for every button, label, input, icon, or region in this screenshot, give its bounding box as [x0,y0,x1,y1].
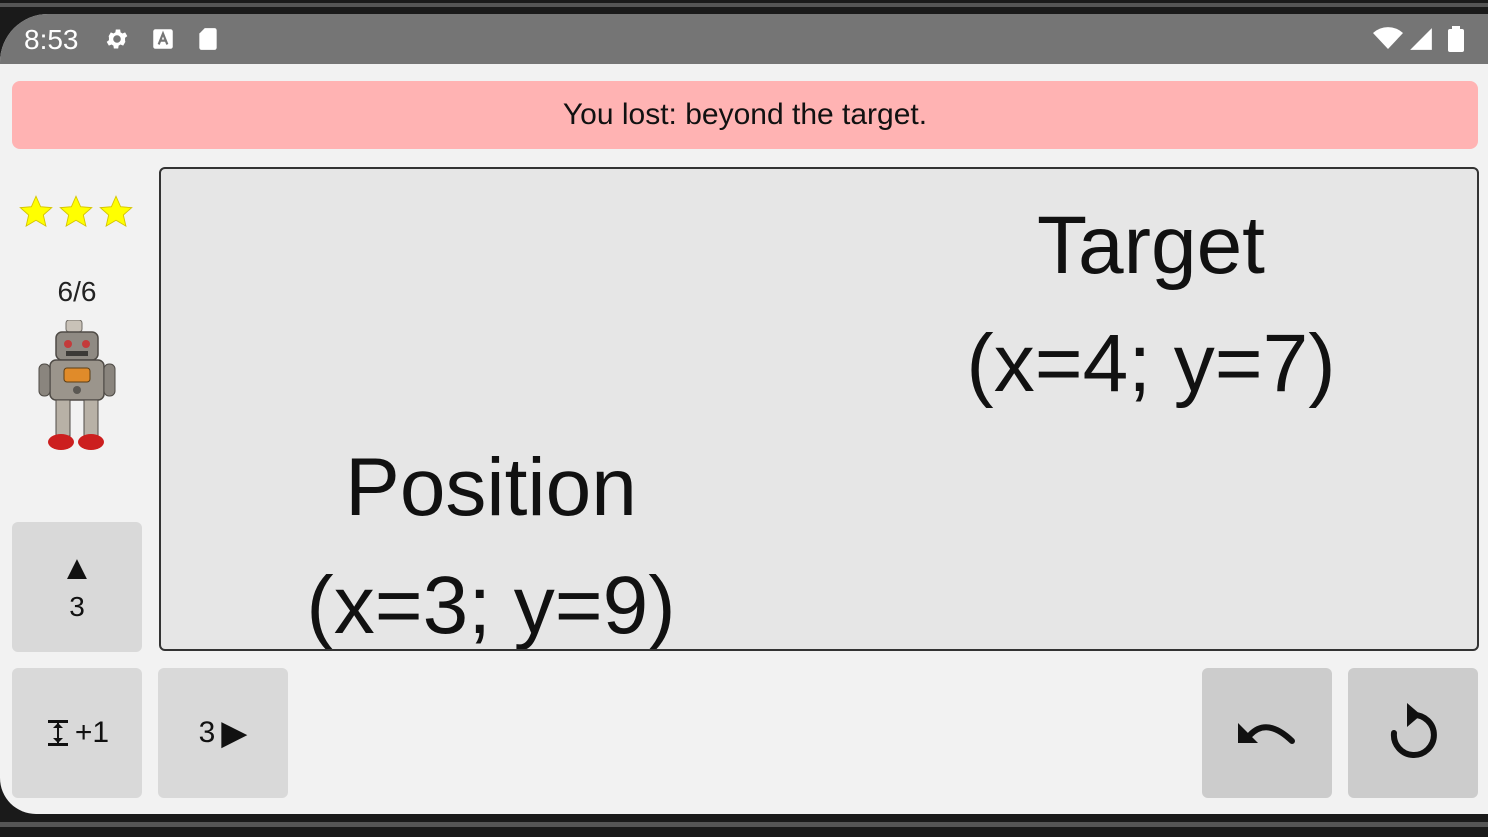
up-step-value: 3 [69,591,85,622]
right-arrow-icon: ▶ [221,714,248,752]
a-box-icon [153,29,173,49]
robot-icon [38,320,116,450]
position-coordinates: (x=3; y=9) [306,560,676,651]
target-title: Target [1037,200,1265,291]
battery-icon [1448,26,1464,52]
signal-icon [1410,28,1432,50]
target-label: Target (x=4; y=7) [951,187,1351,423]
right-step-value: 3 [198,716,216,749]
star-icon [59,195,93,228]
wifi-icon [1373,27,1403,49]
restart-icon [1390,703,1437,758]
position-label: Position (x=3; y=9) [291,429,691,651]
star-icon [99,195,133,228]
extend-step-label: +1 [74,716,110,749]
status-time: 8:53 [24,24,79,55]
sd-card-icon [199,28,217,50]
position-title: Position [345,442,637,533]
extend-step-button[interactable]: +1 [12,668,142,798]
restart-button[interactable] [1348,668,1478,798]
target-coordinates: (x=4; y=7) [966,318,1336,409]
undo-icon [1238,723,1295,744]
level-progress: 6/6 [57,276,97,307]
status-bar: 8:53 [0,14,1488,64]
up-arrow-icon: ▲ [60,549,94,587]
star-icon [19,195,53,228]
undo-button[interactable] [1202,668,1332,798]
height-expand-icon [47,720,68,746]
move-right-button[interactable]: 3 ▶ [158,668,288,798]
gear-icon [106,29,128,49]
app-screen: 8:53 You lost: beyond the target. 6/6 Ta… [0,14,1488,814]
result-banner: You lost: beyond the target. [12,81,1478,149]
star-rating [18,194,134,230]
device-frame: 8:53 You lost: beyond the target. 6/6 Ta… [0,0,1488,837]
move-up-button[interactable]: ▲ 3 [12,522,142,652]
game-board: Target (x=4; y=7) Position (x=3; y=9) [159,167,1479,651]
